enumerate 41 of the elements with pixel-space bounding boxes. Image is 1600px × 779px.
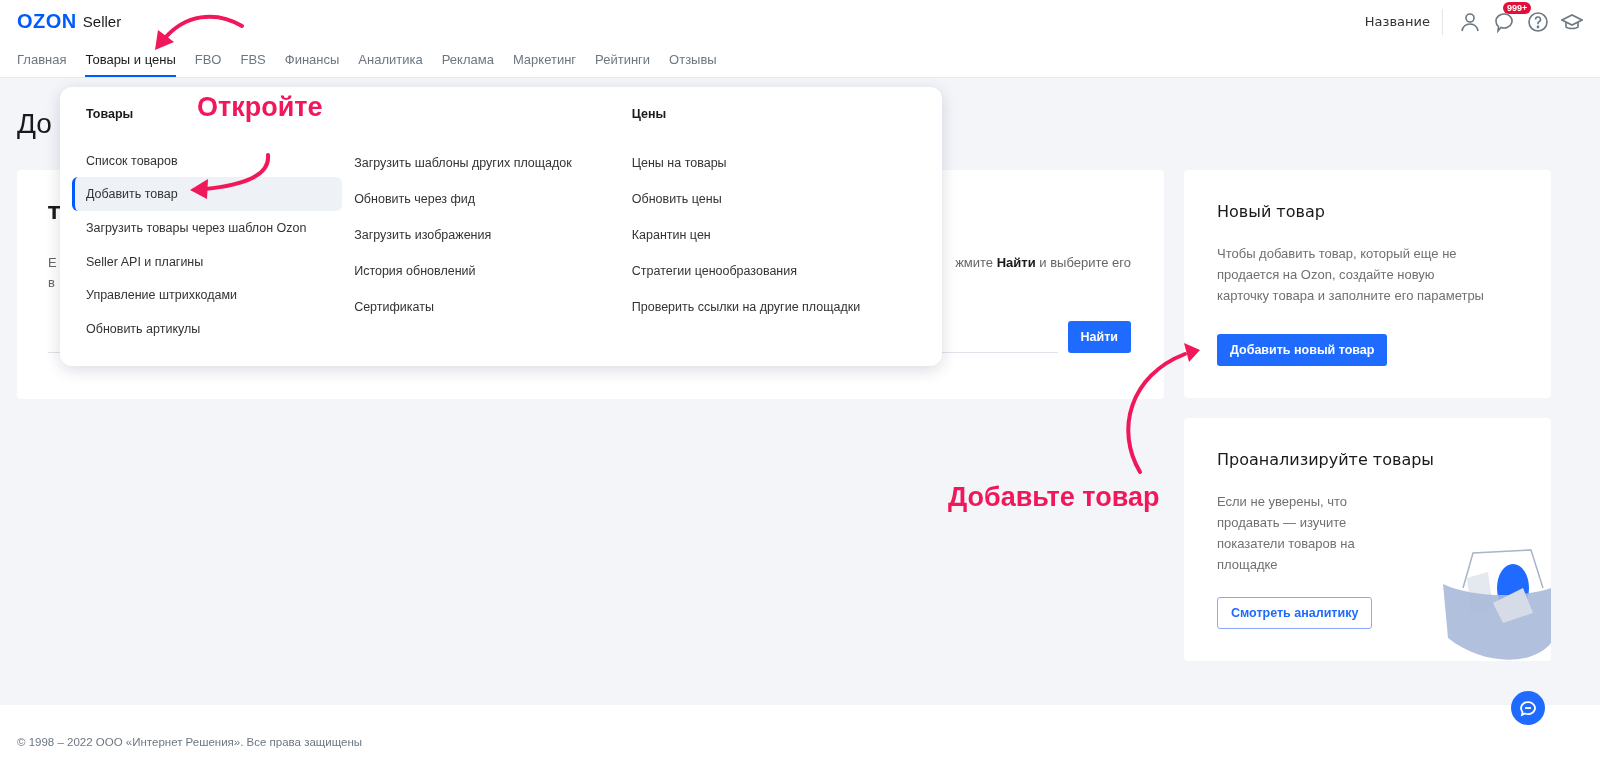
- chat-icon[interactable]: [1493, 10, 1515, 33]
- card-text: жмите Найти и выберите его: [955, 255, 1131, 270]
- menu-item[interactable]: Управление штрихкодами: [72, 278, 342, 313]
- menu-heading: Товары: [86, 107, 134, 123]
- card-text: в: [48, 275, 55, 290]
- add-product-button[interactable]: Добавить новый товар: [1217, 334, 1388, 366]
- notification-badge: 999+: [1503, 1, 1532, 14]
- copyright-text: © 1998 – 2022 ООО «Интернет Решения». Все права защищены: [17, 736, 363, 748]
- find-button[interactable]: Найти: [1067, 321, 1131, 353]
- nav-tab[interactable]: Отзывы: [669, 43, 717, 77]
- logo-suffix: Seller: [82, 13, 122, 30]
- nav-tab[interactable]: Рейтинги: [595, 43, 651, 77]
- card-text: Чтобы добавить товар, который еще не продается на Ozon, создайте новую карточку товара и заполните его параметры: [1217, 245, 1485, 305]
- card-text: Если не уверены, что продавать — изучите показатели товаров на площадке: [1217, 493, 1356, 574]
- card-text: Е: [48, 255, 57, 270]
- menu-item[interactable]: Загрузить товары через шаблон Ozon: [72, 211, 342, 245]
- menu-item[interactable]: Обновить артикулы: [72, 312, 342, 347]
- user-icon[interactable]: [1459, 10, 1481, 33]
- menu-heading: Цены: [631, 107, 667, 123]
- logo[interactable]: OZON: [17, 10, 77, 33]
- page-title: До: [17, 108, 52, 141]
- view-analytics-button[interactable]: Смотреть аналитику: [1217, 597, 1373, 629]
- annotation-label: Добавьте товар: [948, 482, 1160, 513]
- nav-tab[interactable]: Финансы: [284, 43, 340, 77]
- chat-icon: [1518, 698, 1538, 718]
- support-chat-button[interactable]: [1511, 691, 1545, 725]
- nav-tab[interactable]: Реклама: [441, 43, 494, 77]
- nav-tab[interactable]: Маркетинг: [512, 43, 577, 77]
- annotation-label: Откройте: [197, 92, 323, 123]
- nav-tab[interactable]: FBO: [194, 43, 222, 77]
- nav-tab[interactable]: FBS: [240, 43, 266, 77]
- menu-item[interactable]: Seller API и плагины: [72, 244, 342, 279]
- card-title: Т: [48, 202, 62, 223]
- nav-tab[interactable]: Главная: [17, 43, 67, 77]
- help-icon[interactable]: [1527, 10, 1549, 33]
- menu-item[interactable]: Добавить товар: [72, 177, 342, 212]
- card-title: Проанализируйте товары: [1217, 450, 1435, 469]
- card-title: Новый товар: [1217, 202, 1326, 221]
- account-name[interactable]: Название: [1364, 8, 1443, 35]
- nav-tab[interactable]: Аналитика: [358, 43, 423, 77]
- menu-item[interactable]: Список товаров: [72, 143, 342, 178]
